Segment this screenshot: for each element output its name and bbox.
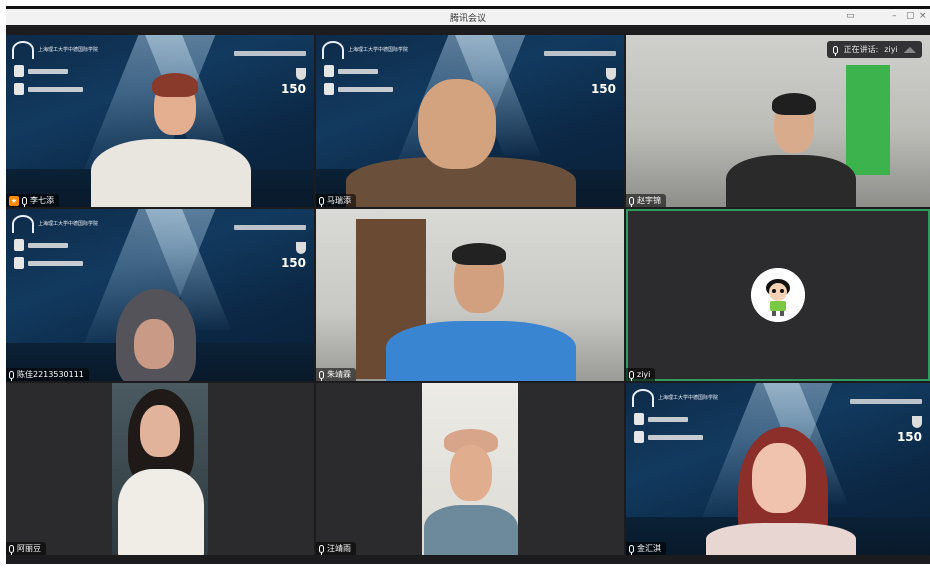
video-grid: 上海理工大学中德国际学院 150 ★ 李七添 上海理工大学中德国际学院 150 …: [6, 35, 930, 564]
participant-nameplate: 马瑞添: [316, 194, 356, 207]
minimize-button[interactable]: –: [892, 11, 897, 21]
video-tile-7[interactable]: 阿丽豆: [6, 383, 314, 555]
school-logo: 上海理工大学中德国际学院: [12, 41, 98, 59]
school-line: 上海理工大学中德国际学院: [38, 47, 99, 53]
participant-nameplate: 汪靖雨: [316, 542, 356, 555]
title-bar: 腾讯会议 ▭ – ▢ ×: [6, 9, 930, 25]
participant-nameplate: 阿丽豆: [6, 542, 46, 555]
speaking-label: 正在讲话:: [843, 45, 879, 54]
meeting-window: 腾讯会议 ▭ – ▢ × 上海理工大学中德国际学院 150 ★ 李七添 上海理工…: [6, 6, 930, 564]
mic-icon: [319, 544, 324, 555]
participant-nameplate: 赵宇锦: [626, 194, 666, 207]
mic-icon: [629, 544, 634, 555]
participant-name: 赵宇锦: [637, 196, 661, 205]
participant-nameplate: 陈佳2213530111: [6, 368, 89, 381]
video-tile-9[interactable]: 上海理工大学中德国际学院 150 金汇淇: [626, 383, 930, 555]
school-line: 上海理工大学中德国际学院: [348, 47, 409, 53]
partner-logos: 150: [234, 41, 306, 96]
portrait-video: [422, 383, 518, 555]
mic-icon: [319, 370, 324, 381]
adelaide-shield-icon: [912, 416, 922, 428]
video-tile-6[interactable]: ziyi: [626, 209, 930, 381]
mic-icon: [22, 196, 27, 207]
mic-icon: [319, 196, 324, 207]
participant-name: 朱靖霖: [327, 370, 351, 379]
audio-level-icon: ◢◣: [903, 45, 916, 54]
video-tile-3[interactable]: 正在讲话: ziyi ◢◣ 赵宇锦: [626, 35, 930, 207]
anniversary-badge: 150: [280, 256, 306, 270]
video-tile-4[interactable]: 上海理工大学中德国际学院 150 陈佳2213530111: [6, 209, 314, 381]
mic-icon: [629, 370, 634, 381]
cast-icon[interactable]: ▭: [846, 11, 855, 21]
participant-nameplate: ziyi: [626, 368, 656, 381]
participant-nameplate: 朱靖霖: [316, 368, 356, 381]
speaking-indicator: 正在讲话: ziyi ◢◣: [826, 41, 922, 58]
window-title: 腾讯会议: [449, 14, 486, 24]
school-line: 上海理工大学中德国际学院: [38, 221, 99, 227]
anniversary-badge: 150: [590, 82, 616, 96]
video-tile-1[interactable]: 上海理工大学中德国际学院 150 ★ 李七添: [6, 35, 314, 207]
participant-name: 陈佳2213530111: [17, 370, 84, 379]
participant-nameplate: ★ 李七添: [6, 194, 59, 207]
close-button[interactable]: ×: [919, 11, 927, 21]
adelaide-shield-icon: [296, 242, 306, 254]
avatar-icon: [751, 268, 805, 322]
host-icon: ★: [9, 195, 19, 206]
speaking-mic-icon: [832, 45, 838, 56]
mic-icon: [9, 544, 14, 555]
anniversary-badge: 150: [280, 82, 306, 96]
adelaide-shield-icon: [606, 68, 616, 80]
video-tile-5[interactable]: 朱靖霖: [316, 209, 624, 381]
anniversary-badge: 150: [896, 430, 922, 444]
maximize-button[interactable]: ▢: [906, 11, 915, 21]
mic-icon: [9, 370, 14, 381]
mic-icon: [629, 196, 634, 207]
participant-nameplate: 金汇淇: [626, 542, 666, 555]
portrait-video: [112, 383, 208, 555]
participant-name: ziyi: [637, 370, 651, 379]
cartoon-avatar: [751, 268, 805, 322]
participant-name: 金汇淇: [637, 544, 661, 553]
participant-name: 汪靖雨: [327, 544, 351, 553]
speaking-name: ziyi: [884, 45, 898, 54]
green-locker: [846, 65, 890, 175]
video-tile-8[interactable]: 汪靖雨: [316, 383, 624, 555]
school-line: 上海理工大学中德国际学院: [658, 395, 719, 401]
participant-name: 马瑞添: [327, 196, 351, 205]
participant-name: 李七添: [30, 196, 54, 205]
side-logos: [14, 65, 83, 101]
adelaide-shield-icon: [296, 68, 306, 80]
video-tile-2[interactable]: 上海理工大学中德国际学院 150 马瑞添: [316, 35, 624, 207]
participant-name: 阿丽豆: [17, 544, 41, 553]
